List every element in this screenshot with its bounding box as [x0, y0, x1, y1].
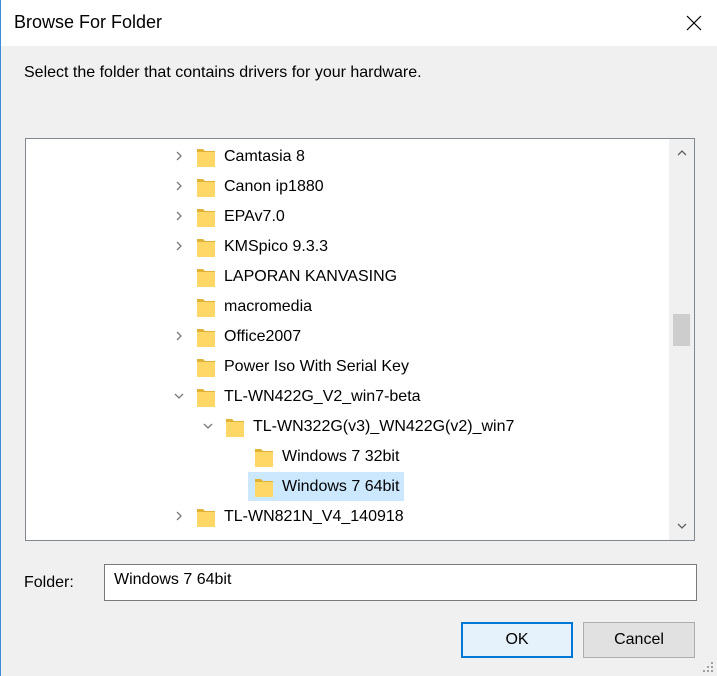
tree-row[interactable]: macromedia: [26, 291, 669, 321]
tree-item[interactable]: TL-WN821N_V4_140918: [190, 502, 409, 531]
tree-row[interactable]: Canon ip1880: [26, 171, 669, 201]
folder-icon: [197, 328, 215, 347]
folder-icon: [197, 148, 215, 167]
expand-toggle[interactable]: [171, 201, 187, 231]
folder-icon: [197, 208, 215, 227]
tree-item[interactable]: Camtasia 8: [190, 142, 310, 171]
tree-item-label: macromedia: [224, 297, 313, 315]
browse-for-folder-dialog: Browse For Folder Select the folder that…: [0, 0, 717, 676]
expand-toggle[interactable]: [171, 141, 187, 171]
tree-item-label: TL-WN322G(v3)_WN422G(v2)_win7: [253, 417, 515, 435]
expand-toggle[interactable]: [171, 321, 187, 351]
vertical-scrollbar[interactable]: [669, 139, 694, 540]
tree-item-label: Windows 7 64bit: [282, 477, 400, 495]
folder-icon: [197, 178, 215, 197]
chevron-right-icon: [176, 331, 182, 341]
folder-icon: [197, 238, 215, 257]
scroll-up-button[interactable]: [669, 139, 694, 167]
tree-row[interactable]: TL-WN422G_V2_win7-beta: [26, 381, 669, 411]
tree-item-label: EPAv7.0: [224, 207, 285, 225]
cancel-button[interactable]: Cancel: [583, 622, 695, 658]
chevron-right-icon: [176, 241, 182, 251]
chevron-right-icon: [176, 211, 182, 221]
chevron-down-icon: [174, 393, 184, 399]
tree-row[interactable]: TL-WN821N_V4_140918: [26, 501, 669, 531]
folder-tree-rows: Camtasia 8 Canon ip1880 EPAv7.0 KMSpico 9.3…: [26, 139, 669, 540]
tree-item[interactable]: EPAv7.0: [190, 202, 290, 231]
tree-item-label: Camtasia 8: [224, 147, 305, 165]
expand-toggle[interactable]: [171, 231, 187, 261]
tree-item-label: Canon ip1880: [224, 177, 324, 195]
tree-item[interactable]: KMSpico 9.3.3: [190, 232, 333, 261]
scroll-down-button[interactable]: [669, 512, 694, 540]
chevron-up-icon: [677, 150, 686, 156]
folder-icon: [197, 388, 215, 407]
tree-row[interactable]: KMSpico 9.3.3: [26, 231, 669, 261]
chevron-right-icon: [176, 151, 182, 161]
tree-item[interactable]: Windows 7 32bit: [248, 442, 404, 471]
tree-item[interactable]: TL-WN322G(v3)_WN422G(v2)_win7: [219, 412, 519, 441]
tree-row[interactable]: LAPORAN KANVASING: [26, 261, 669, 291]
tree-item[interactable]: LAPORAN KANVASING: [190, 262, 402, 291]
instruction-text: Select the folder that contains drivers …: [24, 64, 422, 81]
title-bar[interactable]: Browse For Folder: [1, 0, 717, 46]
tree-item-label: TL-WN821N_V4_140918: [224, 507, 404, 525]
tree-item-label: Power Iso With Serial Key: [224, 357, 409, 375]
folder-input[interactable]: [104, 564, 697, 601]
tree-item[interactable]: Office2007: [190, 322, 306, 351]
expand-toggle[interactable]: [171, 501, 187, 531]
close-icon: [686, 15, 702, 31]
folder-icon: [197, 298, 215, 317]
chevron-right-icon: [176, 181, 182, 191]
expand-toggle[interactable]: [171, 171, 187, 201]
tree-row[interactable]: Windows 7 32bit: [26, 441, 669, 471]
chevron-down-icon: [203, 423, 213, 429]
tree-row[interactable]: Power Iso With Serial Key: [26, 351, 669, 381]
collapse-toggle[interactable]: [200, 411, 216, 441]
tree-item[interactable]: macromedia: [190, 292, 317, 321]
chevron-right-icon: [176, 511, 182, 521]
scroll-thumb[interactable]: [673, 314, 690, 346]
chevron-down-icon: [677, 523, 686, 529]
tree-item-label: Office2007: [224, 327, 302, 345]
folder-icon: [197, 358, 215, 377]
tree-row[interactable]: Office2007: [26, 321, 669, 351]
tree-item-label: KMSpico 9.3.3: [224, 237, 329, 255]
close-button[interactable]: [671, 0, 717, 46]
ok-button[interactable]: OK: [461, 622, 573, 658]
tree-item[interactable]: TL-WN422G_V2_win7-beta: [190, 382, 426, 411]
folder-tree[interactable]: Camtasia 8 Canon ip1880 EPAv7.0 KMSpico 9.3…: [25, 138, 695, 541]
tree-item[interactable]: Canon ip1880: [190, 172, 329, 201]
tree-item-label: Windows 7 32bit: [282, 447, 400, 465]
folder-icon: [255, 448, 273, 467]
tree-item-selected[interactable]: Windows 7 64bit: [248, 472, 405, 501]
collapse-toggle[interactable]: [171, 381, 187, 411]
tree-item[interactable]: Power Iso With Serial Key: [190, 352, 414, 381]
resize-grip-icon[interactable]: [702, 661, 714, 673]
tree-row[interactable]: Camtasia 8: [26, 141, 669, 171]
folder-icon: [255, 478, 273, 497]
folder-icon: [226, 418, 244, 437]
window-title: Browse For Folder: [14, 12, 163, 32]
tree-row[interactable]: Windows 7 64bit: [26, 471, 669, 501]
folder-icon: [197, 268, 215, 287]
tree-item-label: TL-WN422G_V2_win7-beta: [224, 387, 421, 405]
tree-row[interactable]: EPAv7.0: [26, 201, 669, 231]
tree-row[interactable]: TL-WN322G(v3)_WN422G(v2)_win7: [26, 411, 669, 441]
folder-field-label: Folder:: [24, 574, 74, 591]
folder-icon: [197, 508, 215, 527]
tree-item-label: LAPORAN KANVASING: [224, 267, 398, 285]
